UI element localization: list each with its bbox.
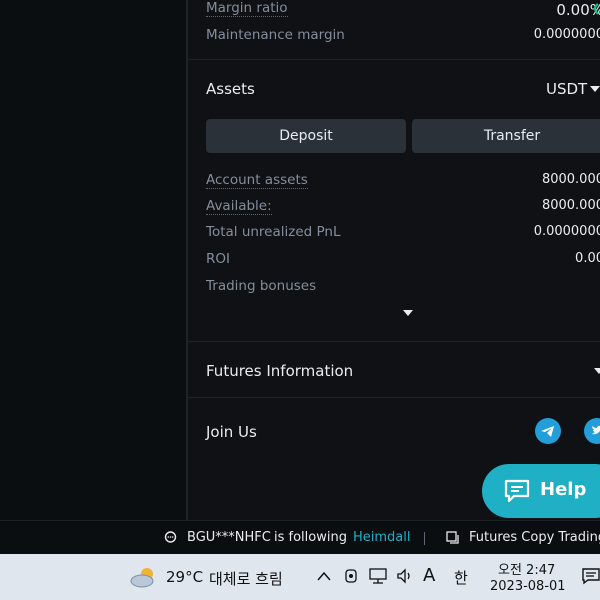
margin-gauge-icon [594,3,599,15]
currency-select[interactable]: USDT [540,80,600,100]
available-value: 8000.000 [541,198,600,213]
chat-icon [504,479,530,503]
weather-temp[interactable]: 29°C [166,568,203,586]
chevron-down-icon[interactable] [594,368,600,374]
notification-center-icon[interactable] [582,567,600,585]
section-divider [188,341,600,342]
help-button[interactable]: Help [482,464,600,518]
twitter-icon[interactable] [584,418,600,444]
clock-time[interactable]: 오전 2:47 [498,559,555,578]
margin-ratio-label[interactable]: Margin ratio [206,0,288,17]
volume-icon[interactable] [396,568,414,584]
roi-label: ROI [206,251,230,267]
chevron-up-icon[interactable] [317,571,331,581]
ticker-user: BGU***NHFC [187,530,271,545]
account-panel: Margin ratio 0.00% Maintenance margin 0.… [188,0,600,520]
maintenance-margin-value: 0.0000000 [533,27,600,42]
assets-title: Assets [206,80,255,98]
account-assets-label[interactable]: Account assets [206,172,308,189]
ime-mode-indicator[interactable]: A [423,565,435,586]
weather-desc[interactable]: 대체로 흐림 [209,568,283,589]
available-label[interactable]: Available: [206,198,272,215]
network-icon[interactable] [369,568,387,584]
weather-cloud-sun-icon[interactable] [130,566,158,588]
chevron-down-icon [590,86,600,92]
maintenance-margin-label: Maintenance margin [206,27,345,43]
account-assets-row: Account assets 8000.000 [206,172,600,192]
margin-ratio-row: Margin ratio 0.00% [206,0,600,20]
ime-language-indicator[interactable]: 한 [454,567,468,588]
ticker-target-link[interactable]: Heimdall [353,530,411,545]
ticker-action: is following [274,530,347,545]
trading-bonuses-label: Trading bonuses [206,278,317,294]
clock-date[interactable]: 2023-08-01 [490,579,566,594]
taskbar: 29°C 대체로 흐림 A 한 오전 2:47 2023-08-01 [0,554,600,600]
meet-camera-icon[interactable] [344,568,358,584]
unrealized-pnl-label: Total unrealized PnL [206,224,341,240]
transfer-button[interactable]: Transfer [412,119,600,153]
unrealized-pnl-value: 0.0000000 [533,224,600,239]
telegram-icon[interactable] [535,418,561,444]
trading-bonuses-row: Trading bonuses [206,278,600,298]
expand-caret-icon[interactable] [403,310,413,316]
account-assets-value: 8000.000 [541,172,600,187]
available-row: Available: 8000.000 [206,198,600,218]
section-divider [188,59,600,60]
maintenance-margin-row: Maintenance margin 0.0000000 [206,27,600,47]
futures-information-title[interactable]: Futures Information [206,362,353,380]
deposit-button[interactable]: Deposit [206,119,406,153]
left-pane [0,0,186,520]
join-us-title: Join Us [206,423,257,441]
roi-value: 0.00 [575,251,600,266]
ticker-separator [424,532,425,545]
unrealized-pnl-row: Total unrealized PnL 0.0000000 [206,224,600,244]
help-label: Help [540,479,587,500]
copy-trading-icon [446,531,459,544]
currency-label: USDT [546,80,588,98]
section-divider [188,397,600,398]
comment-icon [164,531,177,543]
activity-ticker: BGU***NHFC is following Heimdall Futures… [0,520,600,555]
roi-row: ROI 0.00 [206,251,600,271]
ticker-copy-trading-link[interactable]: Futures Copy Trading [469,530,600,545]
